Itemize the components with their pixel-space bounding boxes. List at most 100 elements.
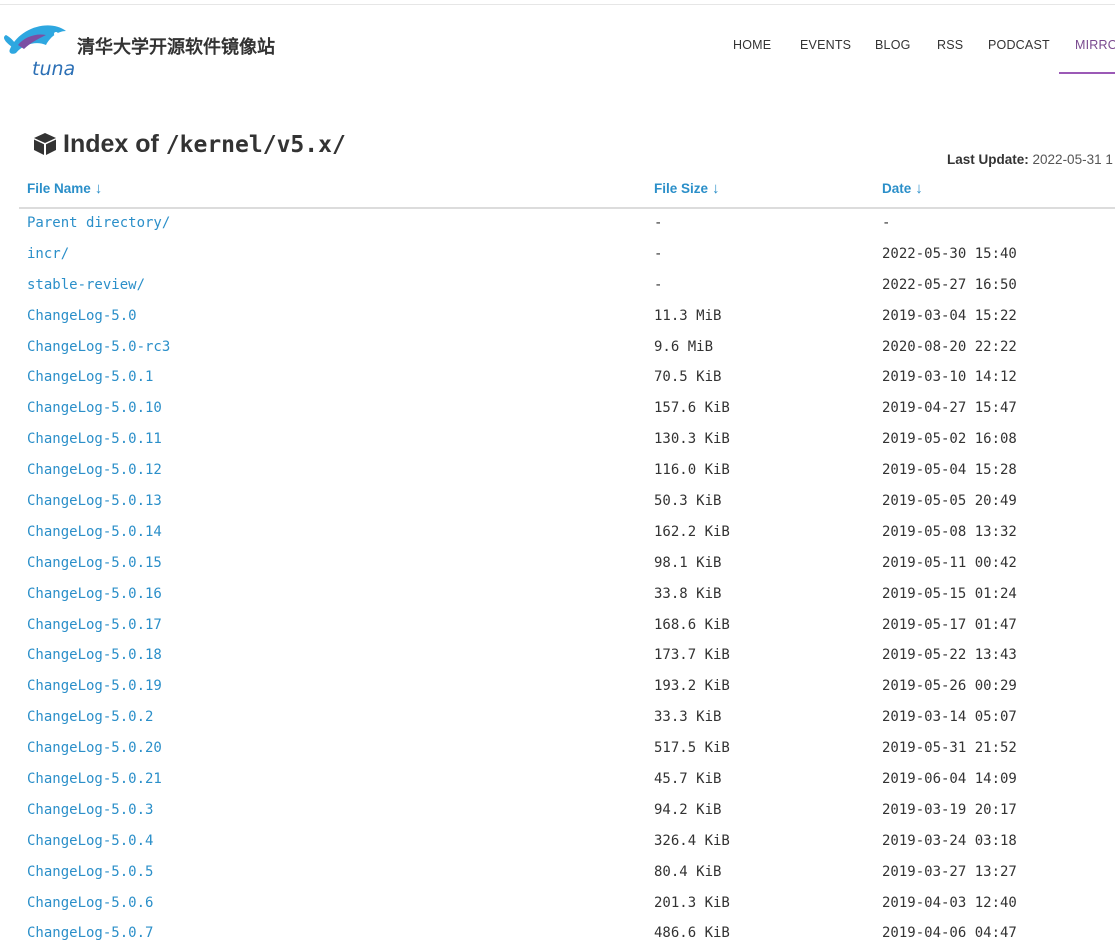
table-row: ChangeLog-5.0-rc3 9.6 MiB 2020-08-20 22:22 <box>0 333 1115 364</box>
table-row: ChangeLog-5.0 11.3 MiB 2019-03-04 15:22 <box>0 302 1115 333</box>
file-date: 2019-05-02 16:08 <box>882 431 1017 448</box>
title-prefix: Index of <box>63 130 159 158</box>
table-row: ChangeLog-5.0.11 130.3 KiB 2019-05-02 16:0… <box>0 425 1115 456</box>
file-date: 2019-05-08 13:32 <box>882 523 1017 540</box>
file-size: 50.3 KiB <box>654 493 722 510</box>
site-header: tuna 清华大学开源软件镜像站 HOME EVENTS BLOG RSS PO… <box>0 5 1115 85</box>
file-link[interactable]: ChangeLog-5.0.18 <box>27 647 162 663</box>
file-date: 2019-06-04 14:09 <box>882 771 1017 788</box>
table-row: ChangeLog-5.0.21 45.7 KiB 2019-06-04 14:09 <box>0 765 1115 796</box>
table-row: ChangeLog-5.0.7 486.6 KiB 2019-04-06 04:47 <box>0 919 1115 950</box>
sort-by-name-header[interactable]: File Name ↓ <box>27 180 102 197</box>
last-update: Last Update: 2022-05-31 1 <box>947 152 1113 167</box>
file-link[interactable]: ChangeLog-5.0.17 <box>27 617 162 633</box>
nav-blog[interactable]: BLOG <box>875 38 911 52</box>
file-date: 2019-05-04 15:28 <box>882 462 1017 479</box>
nav-mirrors[interactable]: MIRRO <box>1075 38 1115 52</box>
table-row: ChangeLog-5.0.20 517.5 KiB 2019-05-31 21:5… <box>0 734 1115 765</box>
sort-arrow-icon: ↓ <box>915 180 923 197</box>
table-row: ChangeLog-5.0.10 157.6 KiB 2019-04-27 15:4… <box>0 394 1115 425</box>
table-row: incr/ - 2022-05-30 15:40 <box>0 240 1115 271</box>
file-link[interactable]: ChangeLog-5.0-rc3 <box>27 339 170 355</box>
file-date: 2019-05-11 00:42 <box>882 554 1017 571</box>
header-date: Date <box>882 181 912 196</box>
last-update-value: 2022-05-31 1 <box>1032 152 1113 167</box>
nav-podcast[interactable]: PODCAST <box>988 38 1050 52</box>
table-row: ChangeLog-5.0.13 50.3 KiB 2019-05-05 20:49 <box>0 487 1115 518</box>
file-size: 11.3 MiB <box>654 307 722 324</box>
file-link[interactable]: ChangeLog-5.0.10 <box>27 400 162 416</box>
file-list: Parent directory/ - - incr/ - 2022-05-30 15:4… <box>0 209 1115 950</box>
file-size: 9.6 MiB <box>654 338 714 355</box>
file-date: 2019-03-24 03:18 <box>882 832 1017 849</box>
file-size: - <box>654 276 663 293</box>
file-link[interactable]: ChangeLog-5.0.4 <box>27 833 153 849</box>
file-size: - <box>654 245 663 262</box>
file-date: - <box>882 215 891 231</box>
file-link[interactable]: incr/ <box>27 246 69 262</box>
file-date: 2019-05-31 21:52 <box>882 740 1017 757</box>
file-link[interactable]: ChangeLog-5.0.7 <box>27 925 153 941</box>
file-size: 162.2 KiB <box>654 523 730 540</box>
file-date: 2019-05-26 00:29 <box>882 678 1017 695</box>
file-size: 94.2 KiB <box>654 801 722 818</box>
file-link[interactable]: ChangeLog-5.0.11 <box>27 431 162 447</box>
file-link[interactable]: ChangeLog-5.0.15 <box>27 555 162 571</box>
file-size: 130.3 KiB <box>654 431 730 448</box>
sort-arrow-icon: ↓ <box>712 180 720 197</box>
file-link[interactable]: ChangeLog-5.0.12 <box>27 462 162 478</box>
file-link[interactable]: ChangeLog-5.0.20 <box>27 740 162 756</box>
table-row: ChangeLog-5.0.19 193.2 KiB 2019-05-26 00:2… <box>0 672 1115 703</box>
table-row: ChangeLog-5.0.16 33.8 KiB 2019-05-15 01:24 <box>0 580 1115 611</box>
file-date: 2019-04-06 04:47 <box>882 925 1017 942</box>
file-link[interactable]: stable-review/ <box>27 277 145 293</box>
file-date: 2019-03-04 15:22 <box>882 307 1017 324</box>
file-link[interactable]: ChangeLog-5.0.16 <box>27 586 162 602</box>
nav-events[interactable]: EVENTS <box>800 38 851 52</box>
file-link[interactable]: Parent directory/ <box>27 215 170 231</box>
file-size: 517.5 KiB <box>654 740 730 757</box>
file-size: - <box>654 215 663 231</box>
file-link[interactable]: ChangeLog-5.0 <box>27 308 137 324</box>
title-path: /kernel/v5.x/ <box>165 132 346 158</box>
file-size: 116.0 KiB <box>654 462 730 479</box>
nav-home[interactable]: HOME <box>733 38 771 52</box>
table-row: ChangeLog-5.0.2 33.3 KiB 2019-03-14 05:07 <box>0 703 1115 734</box>
file-size: 193.2 KiB <box>654 678 730 695</box>
main-nav: HOME EVENTS BLOG RSS PODCAST MIRRO <box>0 5 1115 85</box>
file-link[interactable]: ChangeLog-5.0.1 <box>27 369 153 385</box>
table-row: ChangeLog-5.0.6 201.3 KiB 2019-04-03 12:40 <box>0 889 1115 920</box>
file-link[interactable]: ChangeLog-5.0.3 <box>27 802 153 818</box>
file-size: 173.7 KiB <box>654 647 730 664</box>
file-date: 2020-08-20 22:22 <box>882 338 1017 355</box>
file-link[interactable]: ChangeLog-5.0.5 <box>27 864 153 880</box>
file-link[interactable]: ChangeLog-5.0.19 <box>27 678 162 694</box>
file-link[interactable]: ChangeLog-5.0.6 <box>27 895 153 911</box>
table-row: ChangeLog-5.0.5 80.4 KiB 2019-03-27 13:27 <box>0 858 1115 889</box>
table-row: ChangeLog-5.0.3 94.2 KiB 2019-03-19 20:17 <box>0 796 1115 827</box>
last-update-label: Last Update: <box>947 152 1029 167</box>
file-date: 2019-05-15 01:24 <box>882 585 1017 602</box>
file-date: 2019-03-14 05:07 <box>882 709 1017 726</box>
nav-rss[interactable]: RSS <box>937 38 963 52</box>
table-row: ChangeLog-5.0.1 70.5 KiB 2019-03-10 14:12 <box>0 363 1115 394</box>
file-link[interactable]: ChangeLog-5.0.14 <box>27 524 162 540</box>
file-date: 2019-05-22 13:43 <box>882 647 1017 664</box>
sort-by-size-header[interactable]: File Size ↓ <box>654 180 720 197</box>
sort-by-date-header[interactable]: Date ↓ <box>882 180 923 197</box>
file-size: 201.3 KiB <box>654 894 730 911</box>
file-size: 168.6 KiB <box>654 616 730 633</box>
file-date: 2019-03-27 13:27 <box>882 863 1017 880</box>
table-row: ChangeLog-5.0.4 326.4 KiB 2019-03-24 03:18 <box>0 827 1115 858</box>
table-row: ChangeLog-5.0.18 173.7 KiB 2019-05-22 13:4… <box>0 641 1115 672</box>
file-size: 326.4 KiB <box>654 832 730 849</box>
file-size: 98.1 KiB <box>654 554 722 571</box>
file-size: 70.5 KiB <box>654 369 722 386</box>
file-date: 2019-05-17 01:47 <box>882 616 1017 633</box>
file-link[interactable]: ChangeLog-5.0.21 <box>27 771 162 787</box>
file-date: 2019-03-19 20:17 <box>882 801 1017 818</box>
file-link[interactable]: ChangeLog-5.0.13 <box>27 493 162 509</box>
file-date: 2019-05-05 20:49 <box>882 493 1017 510</box>
header-file-size: File Size <box>654 181 709 196</box>
file-link[interactable]: ChangeLog-5.0.2 <box>27 709 153 725</box>
